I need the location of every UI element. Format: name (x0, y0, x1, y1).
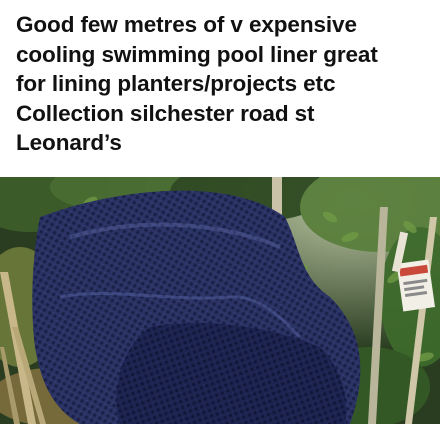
pool-liner-photo (0, 177, 440, 424)
post-text: Good few metres of v expensive cooling s… (16, 12, 378, 156)
post-photo[interactable] (0, 177, 440, 424)
post-card: Good few metres of v expensive cooling s… (0, 0, 440, 424)
